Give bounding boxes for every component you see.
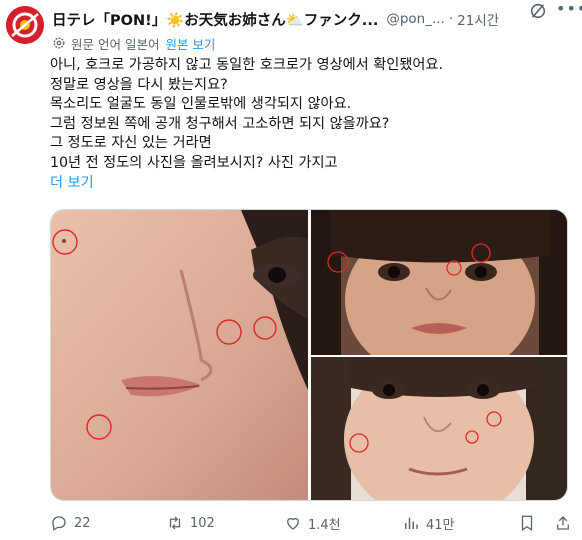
grok-icon[interactable] (529, 2, 547, 20)
separator-dot: · (448, 11, 454, 27)
tweet-actions: 22 102 1.4천 41만 (50, 510, 575, 536)
display-name[interactable]: 日テレ「PON!」☀️お天気お姉さん⛅ファンク... (52, 9, 378, 30)
tweet-article[interactable]: 日テレ「PON!」☀️お天気お姉さん⛅ファンク... @pon_... · 21… (0, 0, 582, 540)
tweet-line: 10년 전 정도의 사진을 올려보시지? 사진 가지고 (50, 154, 338, 171)
translate-language-label: 원문 언어 일본어 (71, 36, 160, 52)
user-handle[interactable]: @pon_... (386, 11, 445, 27)
tweet-line: 아니, 호크로 가공하지 않고 동일한 호크로가 영상에서 확인됐어요. (50, 57, 444, 73)
like-count: 1.4천 (308, 517, 341, 533)
bookmark-button[interactable] (518, 510, 542, 536)
retweet-count: 102 (190, 515, 215, 531)
translation-note: 원문 언어 일본어 원본 보기 (52, 33, 215, 53)
heart-icon (287, 517, 299, 530)
tweet-text: 아니, 호크로 가공하지 않고 동일한 호크로가 영상에서 확인됐어요. 정말로… (50, 56, 570, 193)
tweet-line: 그럼 정보원 쪽에 공개 청구해서 고소하면 되지 않을까요? (50, 115, 390, 132)
more-icon[interactable]: ••• (556, 1, 582, 20)
tweet-line: 목소리도 얼굴도 동일 인물로밖에 생각되지 않아요. (50, 96, 352, 113)
photo-closeup-face[interactable] (51, 210, 308, 500)
views-chart-icon (405, 517, 418, 529)
tweet-line: 그 정도로 자신 있는 거라면 (50, 135, 212, 152)
media-grid (50, 209, 568, 501)
reply-icon (52, 516, 66, 531)
timestamp[interactable]: 21시간 (457, 9, 499, 29)
avatar-logo-icon (6, 6, 44, 44)
tweet-header: 日テレ「PON!」☀️お天気お姉さん⛅ファンク... @pon_... · 21… (52, 8, 580, 30)
bookmark-icon (521, 515, 533, 531)
reply-count: 22 (74, 515, 91, 531)
reply-button[interactable]: 22 (50, 510, 91, 536)
show-original-link[interactable]: 원본 보기 (165, 34, 215, 53)
retweet-icon (169, 516, 181, 530)
views-count: 41만 (426, 517, 455, 533)
tweet-line: 정말로 영상을 다시 봤는지요? (50, 76, 228, 93)
retweet-button[interactable]: 102 (166, 510, 215, 536)
views-button[interactable]: 41만 (402, 510, 455, 536)
photo-face-smiling[interactable] (311, 357, 567, 500)
photo-face-bangs[interactable] (311, 210, 567, 355)
share-button[interactable] (554, 510, 578, 536)
translate-gear-icon (53, 37, 65, 49)
share-icon (557, 516, 569, 530)
avatar[interactable] (6, 6, 44, 44)
show-more-link[interactable]: 더 보기 (50, 174, 570, 194)
like-button[interactable]: 1.4천 (284, 510, 341, 536)
